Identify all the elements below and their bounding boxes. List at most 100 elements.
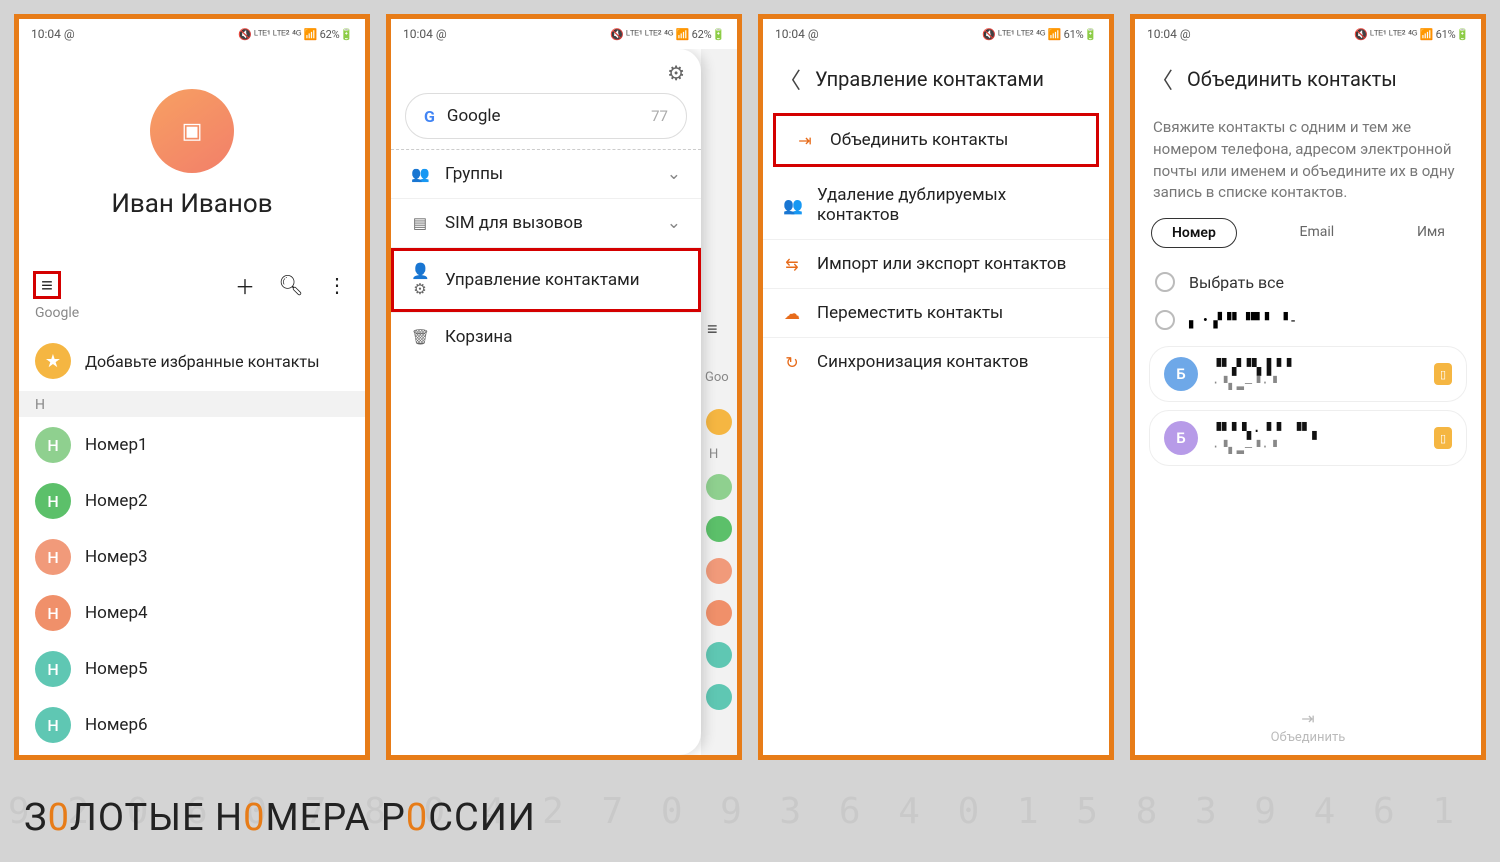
google-count: 77 <box>651 107 668 125</box>
google-logo-icon: G <box>424 107 435 126</box>
sim-chip-icon: ▯ <box>1434 363 1452 385</box>
tab-name[interactable]: Имя <box>1397 218 1465 248</box>
profile-avatar[interactable]: ▣ <box>150 89 234 173</box>
row-label: Импорт или экспорт контактов <box>817 254 1066 274</box>
star-icon: ★ <box>35 343 71 379</box>
merge-icon: ⇥ <box>1135 709 1481 728</box>
contact-row[interactable]: ННомер4 <box>19 585 365 641</box>
delete-duplicates-icon: 👥 <box>783 196 801 215</box>
bg-contact-dot <box>706 558 732 584</box>
status-bar: 10:04 @ 🔇 ᴸᵀᴱ¹ ᴸᵀᴱ² ⁴ᴳ 📶 61%🔋 <box>1135 19 1481 49</box>
avatar-initial: Б <box>1176 429 1185 447</box>
contact-row[interactable]: ННомер7 <box>19 753 365 755</box>
status-bar: 10:04 @ 🔇 ᴸᵀᴱ¹ ᴸᵀᴱ² ⁴ᴳ 📶 61%🔋 <box>763 19 1109 49</box>
contact-avatar: Н <box>35 483 71 519</box>
drawer-item-manage-contacts[interactable]: 👤⚙ Управление контактами <box>391 247 701 312</box>
select-all-label: Выбрать все <box>1189 273 1284 292</box>
trash-icon: 🗑 <box>411 328 429 346</box>
google-label: Google <box>447 106 501 126</box>
contact-row[interactable]: ННомер5 <box>19 641 365 697</box>
drawer-item-label: Корзина <box>445 327 512 347</box>
section-letter: Н <box>19 391 365 417</box>
obfuscated-number: ·▝▖▂—▝·▝ <box>1212 440 1420 454</box>
camera-icon: ▣ <box>182 119 203 144</box>
account-google-row[interactable]: G Google 77 <box>405 93 687 139</box>
phone-screen-2: 10:04 @ 🔇 ᴸᵀᴱ¹ ᴸᵀᴱ² ⁴ᴳ 📶 62%🔋 ≡ Goo Н ⚙ <box>386 14 742 760</box>
add-contact-button[interactable]: ＋ <box>231 271 259 299</box>
hamburger-icon: ≡ <box>41 273 53 298</box>
contact-row[interactable]: Н Номер2 <box>19 473 365 529</box>
phone-screen-4: 10:04 @ 🔇 ᴸᵀᴱ¹ ᴸᵀᴱ² ⁴ᴳ 📶 61%🔋 〈 Объедини… <box>1130 14 1486 760</box>
bg-section-letter: Н <box>709 447 718 462</box>
bg-contact-dot <box>706 516 732 542</box>
more-options-button[interactable]: ⋮ <box>323 271 351 299</box>
hamburger-menu-button[interactable]: ≡ <box>33 271 61 299</box>
tab-number[interactable]: Номер <box>1151 218 1237 248</box>
contact-avatar: Н <box>35 707 71 743</box>
back-button[interactable]: 〈 <box>1151 63 1177 95</box>
favorites-hint-text: Добавьте избранные контакты <box>85 352 320 371</box>
merge-candidate-card[interactable]: Б ▝▘▘▚·▝▝ ▝▘▖ ·▝▖▂—▝·▝ ▯ <box>1149 410 1467 466</box>
row-label: Переместить контакты <box>817 303 1003 323</box>
screen-header: 〈 Управление контактами <box>763 49 1109 113</box>
bg-account-label: Goo <box>705 370 729 385</box>
obfuscated-row[interactable]: ▖・▞▝▘▝▀▝ ▝- <box>1135 302 1481 338</box>
contact-row[interactable]: ННомер6 <box>19 697 365 753</box>
bg-contact-dot <box>706 684 732 710</box>
chevron-left-icon: 〈 <box>779 69 801 94</box>
merge-description: Свяжите контакты с одним и тем же номеро… <box>1135 113 1481 218</box>
profile-name: Иван Иванов <box>111 189 272 219</box>
row-import-export[interactable]: ⇆ Импорт или экспорт контактов <box>763 240 1109 289</box>
search-button[interactable]: 🔍︎ <box>277 271 305 299</box>
action-bar: ≡ ＋ 🔍︎ ⋮ <box>19 265 365 303</box>
drawer-item-trash[interactable]: 🗑 Корзина <box>391 312 701 361</box>
tab-email[interactable]: Email <box>1280 218 1355 248</box>
drawer-item-label: Управление контактами <box>445 270 640 290</box>
select-all-row[interactable]: Выбрать все <box>1135 262 1481 302</box>
obfuscated-number: ·▝▖▂—▝·▝ <box>1212 376 1420 390</box>
back-button[interactable]: 〈 <box>779 63 805 95</box>
kebab-icon: ⋮ <box>327 273 347 297</box>
brand-footer: 9 2 0 6 0 7 8 0 4 2 7 0 9 3 6 4 0 1 5 8 … <box>0 774 1500 862</box>
navigation-drawer: ⚙ G Google 77 👥 Группы ⌄ ▤ SIM для вызо <box>391 49 701 755</box>
drawer-item-groups[interactable]: 👥 Группы ⌄ <box>391 149 701 198</box>
drawer-item-label: SIM для вызовов <box>445 213 583 233</box>
chevron-down-icon: ⌄ <box>667 164 681 184</box>
row-delete-duplicates[interactable]: 👥 Удаление дублируемых контактов <box>763 171 1109 240</box>
settings-button[interactable]: ⚙ <box>667 61 685 85</box>
contact-name: Номер2 <box>85 491 148 511</box>
obfuscated-name: ▝▘▞▝▚▐▝▝ <box>1212 358 1420 376</box>
merge-action-label: Объединить <box>1271 730 1346 745</box>
merge-action-button[interactable]: ⇥ Объединить <box>1135 709 1481 745</box>
merge-candidate-card[interactable]: Б ▝▘▞▝▚▐▝▝ ·▝▖▂—▝·▝ ▯ <box>1149 346 1467 402</box>
drawer-item-sim[interactable]: ▤ SIM для вызовов ⌄ <box>391 198 701 247</box>
contact-avatar: Н <box>35 595 71 631</box>
status-time: 10:04 @ <box>775 27 819 41</box>
contact-name: Номер5 <box>85 659 148 679</box>
brand-text: З0ЛОТЫЕ Н0МЕРА Р0ССИИ <box>24 796 536 840</box>
status-indicators: 🔇 ᴸᵀᴱ¹ ᴸᵀᴱ² ⁴ᴳ 📶 61%🔋 <box>982 28 1097 41</box>
row-label: Объединить контакты <box>830 130 1008 150</box>
avatar-initial: Б <box>1176 365 1185 383</box>
gear-icon: ⚙ <box>667 61 685 85</box>
radio-unchecked-icon <box>1155 272 1175 292</box>
obfuscated-name: ▝▘▘▚·▝▝ ▝▘▖ <box>1212 422 1420 440</box>
account-label: Google <box>19 303 365 331</box>
contact-name: Номер1 <box>85 435 148 455</box>
search-icon: 🔍︎ <box>278 273 303 297</box>
contact-row[interactable]: ННомер1 <box>19 417 365 473</box>
favorites-hint-row[interactable]: ★ Добавьте избранные контакты <box>19 331 365 391</box>
status-bar: 10:04 @ 🔇 ᴸᵀᴱ¹ ᴸᵀᴱ² ⁴ᴳ 📶 62%🔋 <box>391 19 737 49</box>
contacts-list: ННомер1ННомер2ННомер3ННомер4ННомер5ННоме… <box>19 417 365 755</box>
obfuscated-text: ▖・▞▝▘▝▀▝ ▝- <box>1189 310 1298 330</box>
bg-contact-dot <box>706 474 732 500</box>
merge-icon: ⇥ <box>796 131 814 150</box>
status-indicators: 🔇 ᴸᵀᴱ¹ ᴸᵀᴱ² ⁴ᴳ 📶 62%🔋 <box>238 28 353 41</box>
plus-icon: ＋ <box>235 271 255 300</box>
row-move-contacts[interactable]: ☁ Переместить контакты <box>763 289 1109 338</box>
row-merge-contacts[interactable]: ⇥ Объединить контакты <box>776 116 1096 164</box>
row-sync-contacts[interactable]: ↻ Синхронизация контактов <box>763 338 1109 386</box>
drawer-item-label: Группы <box>445 164 503 184</box>
contact-row[interactable]: ННомер3 <box>19 529 365 585</box>
contact-avatar: Н <box>35 539 71 575</box>
